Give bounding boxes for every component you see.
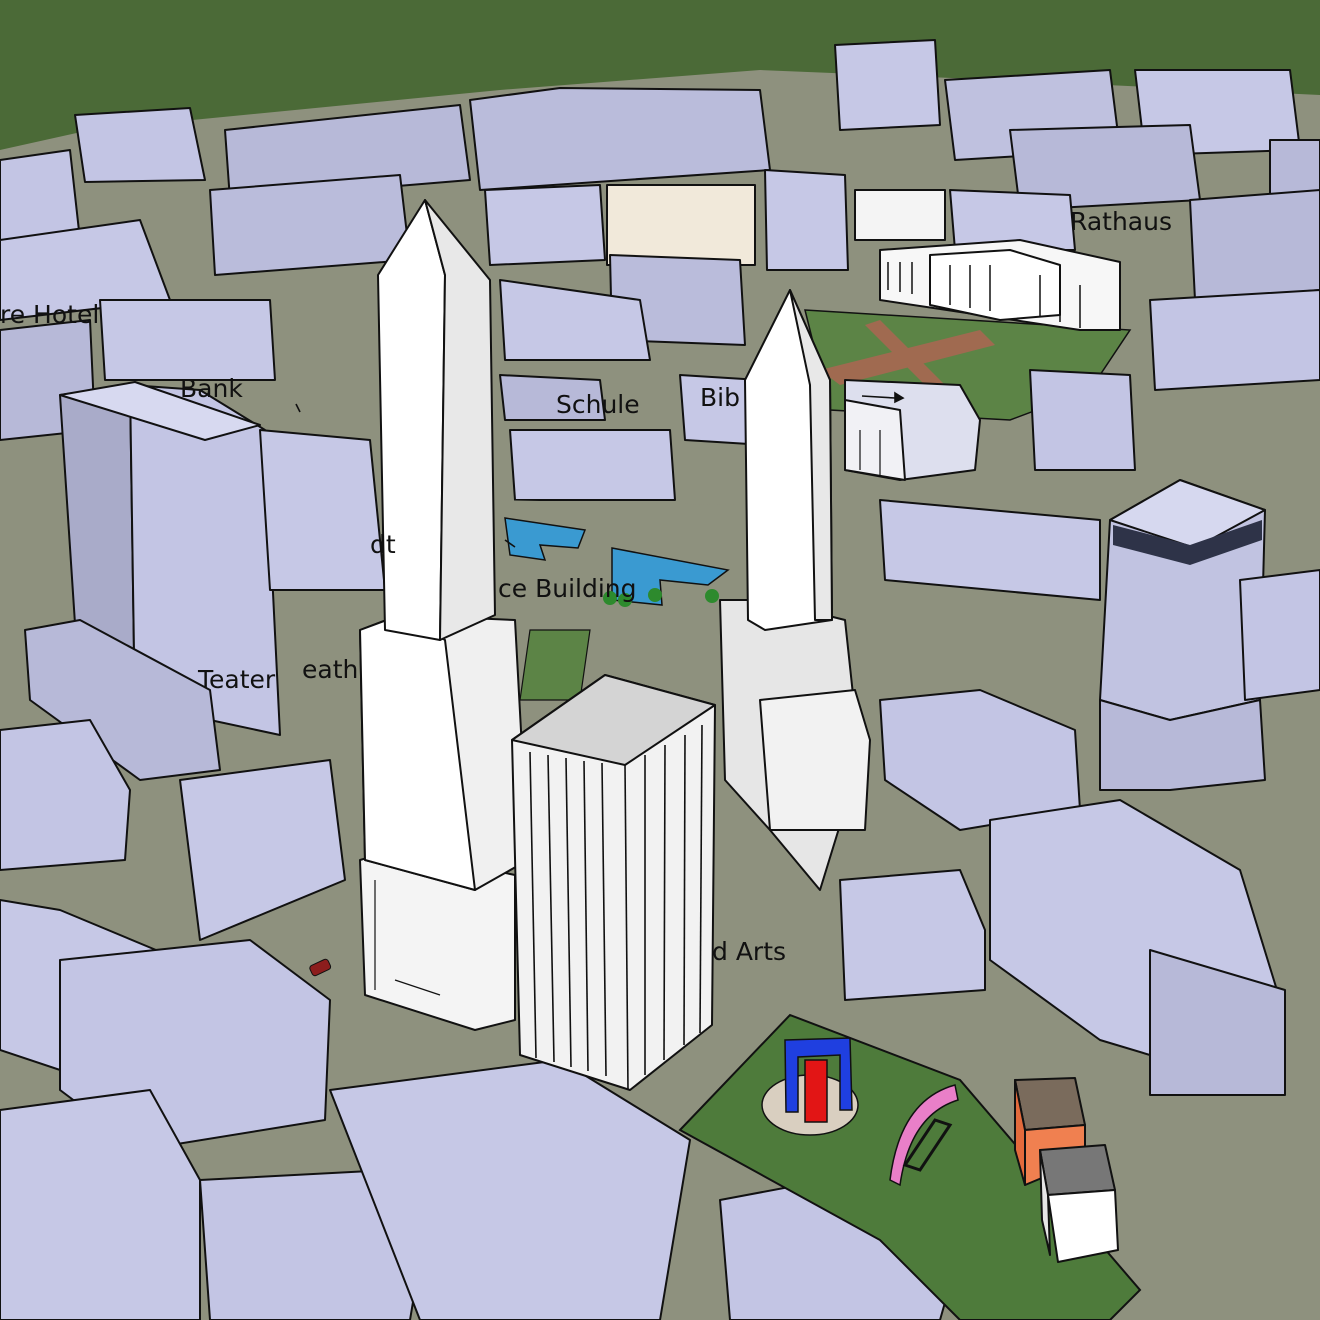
theater-label: eath <box>302 655 358 684</box>
schule-label: Schule <box>556 390 640 419</box>
teater-label: Teater <box>197 665 276 694</box>
rathaus-label: Rathaus <box>1070 207 1172 236</box>
bibliothek-label: Bib <box>700 383 740 412</box>
library-building <box>844 379 981 481</box>
stadt-label: dt <box>370 530 396 559</box>
plaza-lawn-small <box>519 629 591 701</box>
hotel-label: re Hotel <box>0 300 99 329</box>
mid-left-block <box>259 429 386 591</box>
bank-label: Bank <box>180 374 243 403</box>
arts-label: d Arts <box>712 937 786 966</box>
office-building-label: ce Building <box>498 574 637 603</box>
dome-tower <box>1099 479 1266 791</box>
blue-arch-sculpture <box>784 1037 853 1123</box>
ribbed-office-tower <box>511 674 716 1091</box>
city-3d-scene: re Hotel Bank Schule Bib Rathaus ce Buil… <box>0 0 1320 1320</box>
